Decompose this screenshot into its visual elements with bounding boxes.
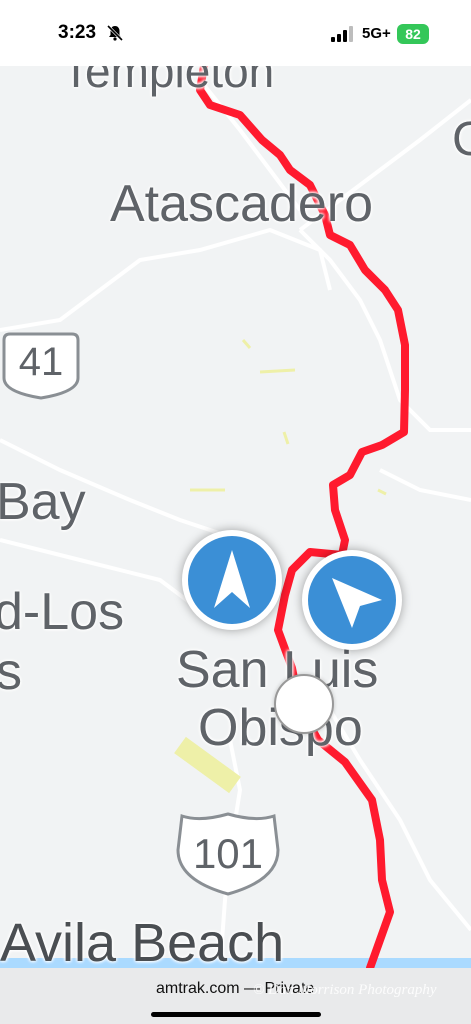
- place-label-templeton: Templeton: [62, 66, 275, 97]
- bell-slash-icon: [106, 24, 124, 42]
- cellular-signal-icon: [331, 26, 353, 42]
- home-indicator[interactable]: [151, 1012, 321, 1017]
- place-label-bay: Bay: [0, 473, 86, 531]
- battery-indicator: 82: [397, 24, 429, 44]
- place-label-atascadero: Atascadero: [110, 175, 374, 233]
- train-marker-northwest[interactable]: [302, 550, 402, 650]
- highway-41-shield: 41: [0, 330, 82, 402]
- highway-101-shield: 101: [170, 810, 286, 898]
- station-marker[interactable]: [274, 674, 334, 734]
- place-label-avila-beach: Avila Beach: [0, 913, 285, 968]
- highway-101-label: 101: [192, 830, 264, 877]
- route-map[interactable]: Templeton C Atascadero Bay d-Los s San L…: [0, 66, 471, 968]
- network-type: 5G+: [362, 25, 391, 42]
- photo-watermark: © Dan Morrison Photography: [253, 982, 437, 998]
- highway-41-label: 41: [18, 340, 64, 384]
- navigation-arrow-north-icon: [214, 550, 250, 608]
- browser-bottom-bar: amtrak.com — Private © Dan Morrison Phot…: [0, 968, 471, 1024]
- status-bar: 3:23 5G+ 82: [0, 0, 471, 66]
- status-time: 3:23: [58, 22, 97, 43]
- navigation-arrow-northwest-icon: [332, 578, 382, 628]
- place-label-los-osos: d-Los: [0, 583, 125, 641]
- place-label-edge: C: [452, 113, 471, 166]
- train-marker-north[interactable]: [182, 530, 282, 630]
- place-label-los-osos-cont: s: [0, 643, 22, 701]
